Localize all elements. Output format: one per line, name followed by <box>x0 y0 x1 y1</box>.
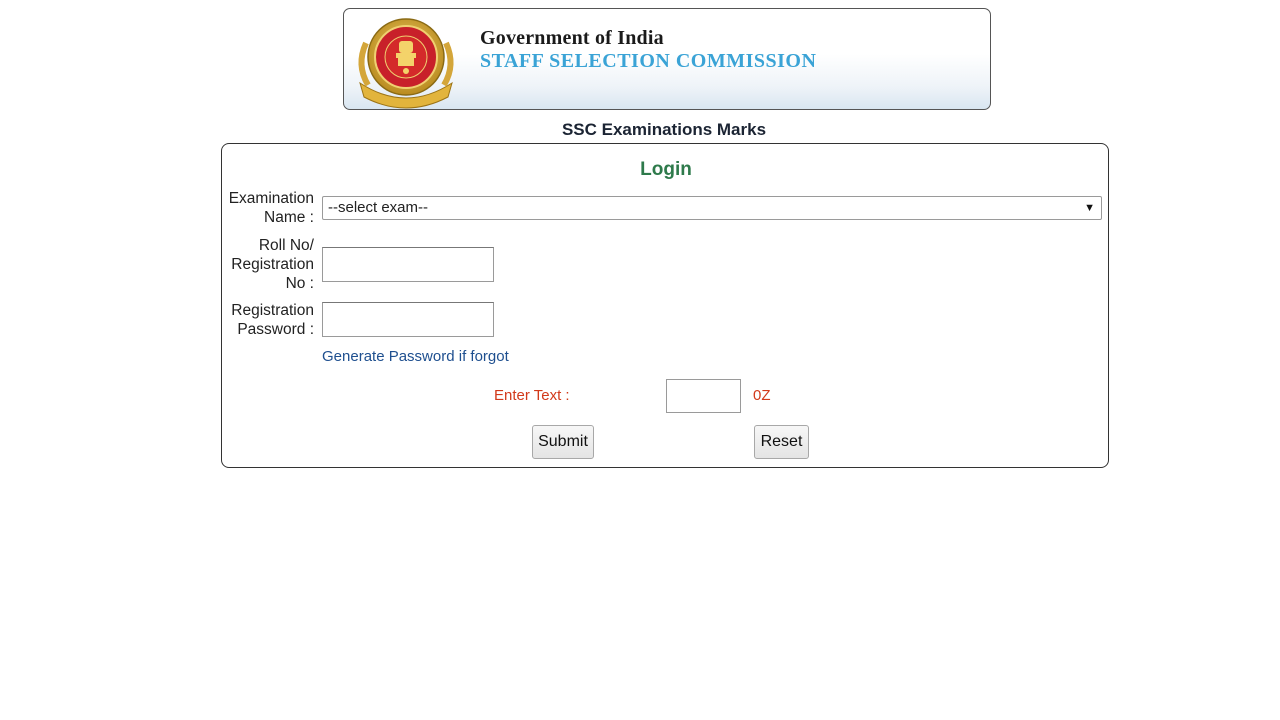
login-title: Login <box>640 159 692 180</box>
exam-name-label: Examination Name : <box>226 189 314 227</box>
generate-password-link[interactable]: Generate Password if forgot <box>322 348 509 365</box>
ssc-emblem-icon <box>358 18 454 109</box>
exam-name-label-line1: Examination <box>228 190 314 207</box>
captcha-label: Enter Text : <box>494 387 570 404</box>
roll-no-label-line1: Roll No/ <box>258 237 314 254</box>
registration-password-label: Registration Password : <box>226 301 314 339</box>
captcha-code: 0Z <box>753 387 771 404</box>
roll-no-label: Roll No/ Registration No : <box>226 236 314 293</box>
header-banner: Government of India STAFF SELECTION COMM… <box>343 8 991 110</box>
header-commission-text: STAFF SELECTION COMMISSION <box>480 50 817 72</box>
dropdown-arrow-icon: ▼ <box>1084 202 1095 214</box>
password-label-line1: Registration <box>231 302 314 319</box>
exam-name-label-line2: Name : <box>264 209 314 226</box>
reset-button[interactable]: Reset <box>754 425 809 459</box>
login-panel: Login Examination Name : --select exam--… <box>221 143 1109 468</box>
roll-no-label-line3: No : <box>285 275 314 292</box>
captcha-input[interactable] <box>666 379 741 413</box>
exam-select-value: --select exam-- <box>328 199 429 216</box>
header-government-text: Government of India <box>480 27 664 49</box>
submit-button[interactable]: Submit <box>532 425 594 459</box>
exam-select[interactable]: --select exam-- ▼ <box>322 196 1102 220</box>
registration-password-input[interactable] <box>322 302 494 337</box>
password-label-line2: Password : <box>237 321 314 338</box>
page-title: SSC Examinations Marks <box>561 120 767 139</box>
roll-no-input[interactable] <box>322 247 494 282</box>
roll-no-label-line2: Registration <box>231 256 314 273</box>
